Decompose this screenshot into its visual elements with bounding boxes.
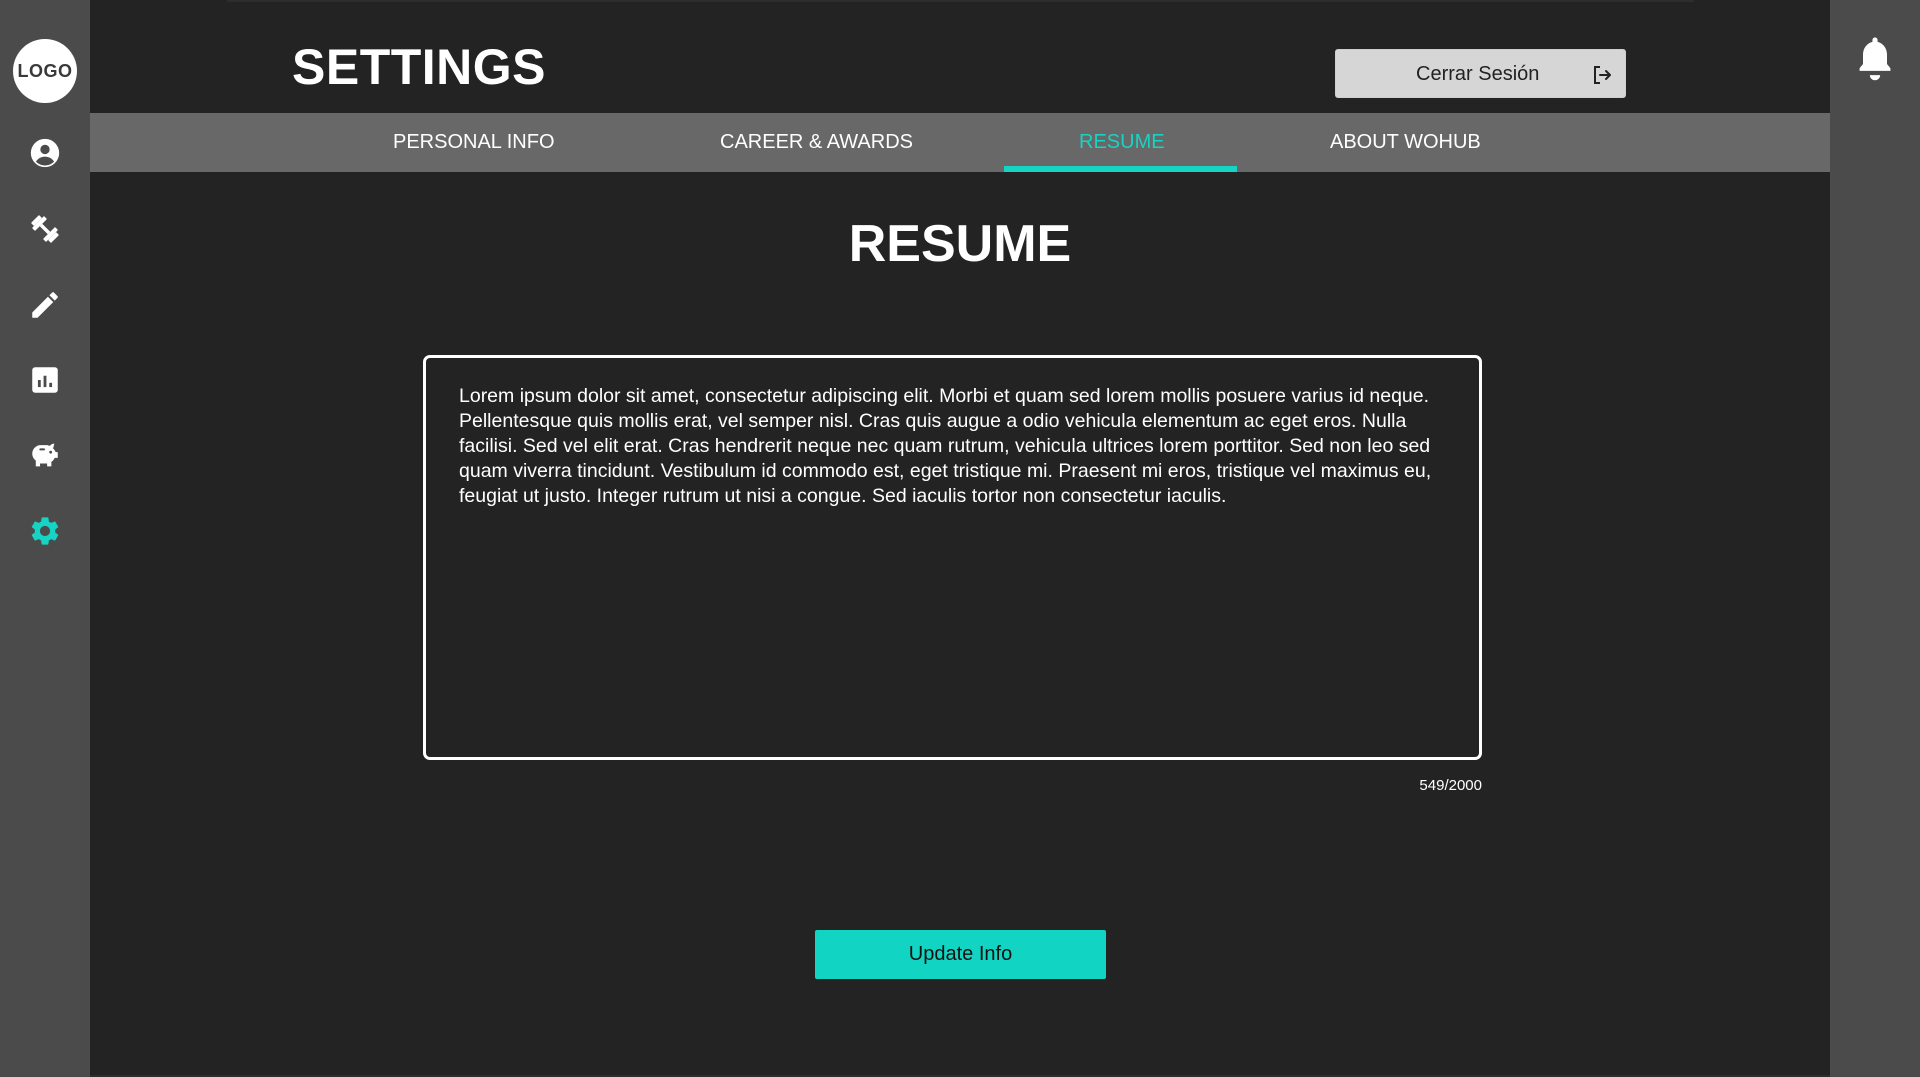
tab-bar: PERSONAL INFO CAREER & AWARDS RESUME ABO… (90, 113, 1830, 172)
resume-textarea[interactable]: Lorem ipsum dolor sit amet, consectetur … (423, 355, 1482, 760)
settings-nav-button[interactable] (27, 513, 63, 549)
main-content: SETTINGS Cerrar Sesión PERSONAL INFO CAR… (90, 0, 1830, 1077)
tab-about-wohub[interactable]: ABOUT WOHUB (1330, 113, 1481, 172)
profile-nav-button[interactable] (27, 135, 63, 171)
active-tab-indicator (1004, 166, 1237, 172)
section-title: RESUME (848, 215, 1072, 273)
gear-icon (31, 517, 59, 545)
character-counter: 549/2000 (1419, 777, 1482, 794)
tab-career-awards[interactable]: CAREER & AWARDS (720, 113, 913, 172)
sidebar: LOGO (0, 0, 90, 1077)
user-circle-icon (30, 138, 60, 168)
bar-chart-icon (32, 367, 58, 393)
page-title: SETTINGS (292, 39, 547, 95)
logo[interactable]: LOGO (13, 39, 77, 103)
update-info-button[interactable]: Update Info (815, 930, 1106, 979)
piggy-bank-icon (32, 443, 58, 467)
stats-nav-button[interactable] (27, 362, 63, 398)
training-nav-button[interactable] (27, 211, 63, 247)
logout-button[interactable]: Cerrar Sesión (1335, 49, 1626, 98)
right-rail (1830, 0, 1920, 1077)
savings-nav-button[interactable] (27, 437, 63, 473)
edit-nav-button[interactable] (27, 287, 63, 323)
pencil-icon (32, 292, 58, 318)
top-divider (227, 0, 1694, 2)
dumbbell-icon (31, 215, 59, 243)
logout-label: Cerrar Sesión (1416, 63, 1540, 85)
tab-resume[interactable]: RESUME (1079, 113, 1165, 172)
tab-personal-info[interactable]: PERSONAL INFO (393, 113, 555, 172)
logout-icon (1594, 66, 1611, 84)
bell-icon[interactable] (1854, 34, 1896, 82)
